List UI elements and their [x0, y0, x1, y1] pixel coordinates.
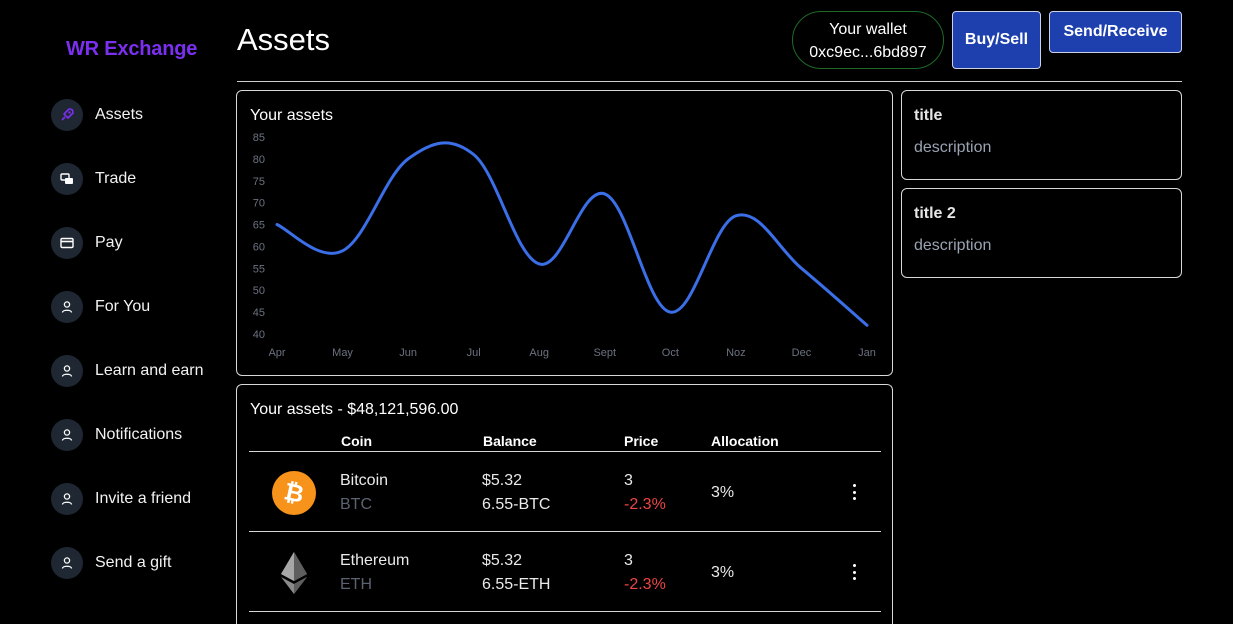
- assets-line-chart: 40 45 50 55 60 65 70 75 80 85 Apr May Jun Jul Aug Sept O…: [253, 132, 876, 359]
- price-value: 3: [624, 472, 633, 489]
- user-icon: [51, 483, 83, 515]
- sidebar-item-for-you[interactable]: For You: [51, 291, 204, 323]
- y-tick-label: 50: [253, 285, 265, 297]
- data-point-sept: [603, 192, 606, 195]
- sidebar-item-pay[interactable]: Pay: [51, 227, 204, 259]
- y-tick-label: 60: [253, 241, 265, 253]
- y-tick-label: 70: [253, 198, 265, 210]
- x-tick-label: Aug: [529, 347, 549, 359]
- wallet-badge[interactable]: Your wallet 0xc9ec...6bd897: [792, 11, 944, 69]
- info-card-description: description: [914, 139, 992, 156]
- column-header-price[interactable]: Price: [624, 433, 658, 449]
- column-header-coin[interactable]: Coin: [341, 433, 372, 449]
- balance-coin: 6.55-BTC: [482, 496, 551, 513]
- x-tick-label: Oct: [662, 347, 679, 359]
- data-point-aug: [538, 262, 541, 265]
- rocket-icon: [51, 99, 83, 131]
- sidebar-item-label: Notifications: [95, 426, 183, 443]
- user-icon: [51, 355, 83, 387]
- info-card-title: title: [914, 107, 943, 124]
- price-value: 3: [624, 552, 633, 569]
- table-row[interactable]: ₿ Bitcoin BTC $5.32 6.55-BTC 3 -2.3% 3%: [237, 452, 894, 532]
- sidebar-item-invite-a-friend[interactable]: Invite a friend: [51, 483, 204, 515]
- column-header-allocation[interactable]: Allocation: [711, 433, 779, 449]
- x-tick-label: Jul: [467, 347, 481, 359]
- data-point-may: [341, 249, 344, 252]
- bitcoin-icon: ₿: [272, 471, 316, 515]
- ethereum-icon: [281, 552, 307, 594]
- wallet-address: 0xc9ec...6bd897: [809, 44, 927, 61]
- sidebar-item-send-a-gift[interactable]: Send a gift: [51, 547, 204, 579]
- x-tick-label: Dec: [792, 347, 812, 359]
- sidebar-item-notifications[interactable]: Notifications: [51, 419, 204, 451]
- sidebar-item-assets[interactable]: Assets: [51, 99, 204, 131]
- allocation-value: 3%: [711, 564, 735, 581]
- x-tick-label: Noz: [726, 347, 746, 359]
- series-line: [275, 141, 869, 327]
- coin-name: Ethereum: [340, 552, 410, 569]
- info-card-1[interactable]: title description: [901, 90, 1182, 180]
- coin-name: Bitcoin: [340, 472, 389, 489]
- data-point-jan: [866, 324, 868, 327]
- assets-chart-card: Your assets 40 45 50 55 60 65 70 75 80 85 Apr May Ju…: [236, 90, 893, 376]
- info-card-2[interactable]: title 2 description: [901, 188, 1182, 278]
- data-point-noz: [734, 214, 737, 217]
- row-menu-icon[interactable]: [848, 482, 860, 502]
- y-tick-label: 45: [253, 307, 265, 319]
- table-title: Your assets - $48,121,596.00: [250, 401, 459, 418]
- balance-coin: 6.55-ETH: [482, 576, 551, 593]
- data-point-jul: [472, 153, 475, 156]
- sidebar-item-label: Trade: [95, 170, 137, 187]
- page-title: Assets: [237, 22, 331, 57]
- buy-sell-button[interactable]: Buy/Sell: [952, 11, 1041, 69]
- balance-usd: $5.32: [482, 552, 523, 569]
- send-receive-button[interactable]: Send/Receive: [1049, 11, 1182, 53]
- y-tick-label: 40: [253, 329, 265, 341]
- app-logo[interactable]: WR Exchange: [66, 38, 197, 61]
- user-icon: [51, 291, 83, 323]
- y-tick-label: 55: [253, 263, 265, 275]
- price-change: -2.3%: [624, 496, 666, 513]
- x-tick-label: May: [332, 347, 353, 359]
- coin-symbol: BTC: [340, 496, 372, 513]
- credit-card-icon: [51, 227, 83, 259]
- row-divider: [249, 611, 881, 612]
- sidebar-item-label: Invite a friend: [95, 490, 192, 507]
- y-tick-label: 85: [253, 132, 265, 144]
- wallet-title: Your wallet: [829, 21, 907, 38]
- data-point-oct: [669, 311, 672, 314]
- y-tick-label: 65: [253, 220, 265, 232]
- table-row[interactable]: Ethereum ETH $5.32 6.55-ETH 3 -2.3% 3%: [237, 532, 894, 612]
- sidebar-item-label: For You: [95, 298, 151, 315]
- header-divider: [237, 81, 1182, 82]
- data-point-dec: [800, 267, 803, 270]
- y-tick-label: 80: [253, 154, 265, 166]
- x-tick-label: Apr: [268, 347, 285, 359]
- data-point-jun: [407, 157, 410, 160]
- info-card-title: title 2: [914, 205, 956, 222]
- sidebar-item-label: Pay: [95, 234, 123, 251]
- x-tick-label: Jun: [399, 347, 417, 359]
- data-point-apr: [276, 223, 278, 226]
- y-tick-label: 75: [253, 176, 265, 188]
- info-card-description: description: [914, 237, 992, 254]
- sidebar-item-trade[interactable]: Trade: [51, 163, 204, 195]
- balance-usd: $5.32: [482, 472, 523, 489]
- sidebar-nav: Assets Trade Pay For You Learn and earn …: [51, 99, 204, 611]
- coin-symbol: ETH: [340, 576, 372, 593]
- allocation-value: 3%: [711, 484, 735, 501]
- sidebar-item-label: Assets: [95, 106, 144, 123]
- price-change: -2.3%: [624, 576, 666, 593]
- sidebar-item-label: Send a gift: [95, 554, 172, 571]
- row-menu-icon[interactable]: [848, 562, 860, 582]
- user-icon: [51, 547, 83, 579]
- assets-table-card: Your assets - $48,121,596.00 Coin Balanc…: [236, 384, 893, 624]
- x-tick-label: Sept: [593, 347, 616, 359]
- column-header-balance[interactable]: Balance: [483, 433, 537, 449]
- sidebar-item-learn-and-earn[interactable]: Learn and earn: [51, 355, 204, 387]
- exchange-icon: [51, 163, 83, 195]
- user-icon: [51, 419, 83, 451]
- sidebar-item-label: Learn and earn: [95, 362, 204, 379]
- x-tick-label: Jan: [858, 347, 876, 359]
